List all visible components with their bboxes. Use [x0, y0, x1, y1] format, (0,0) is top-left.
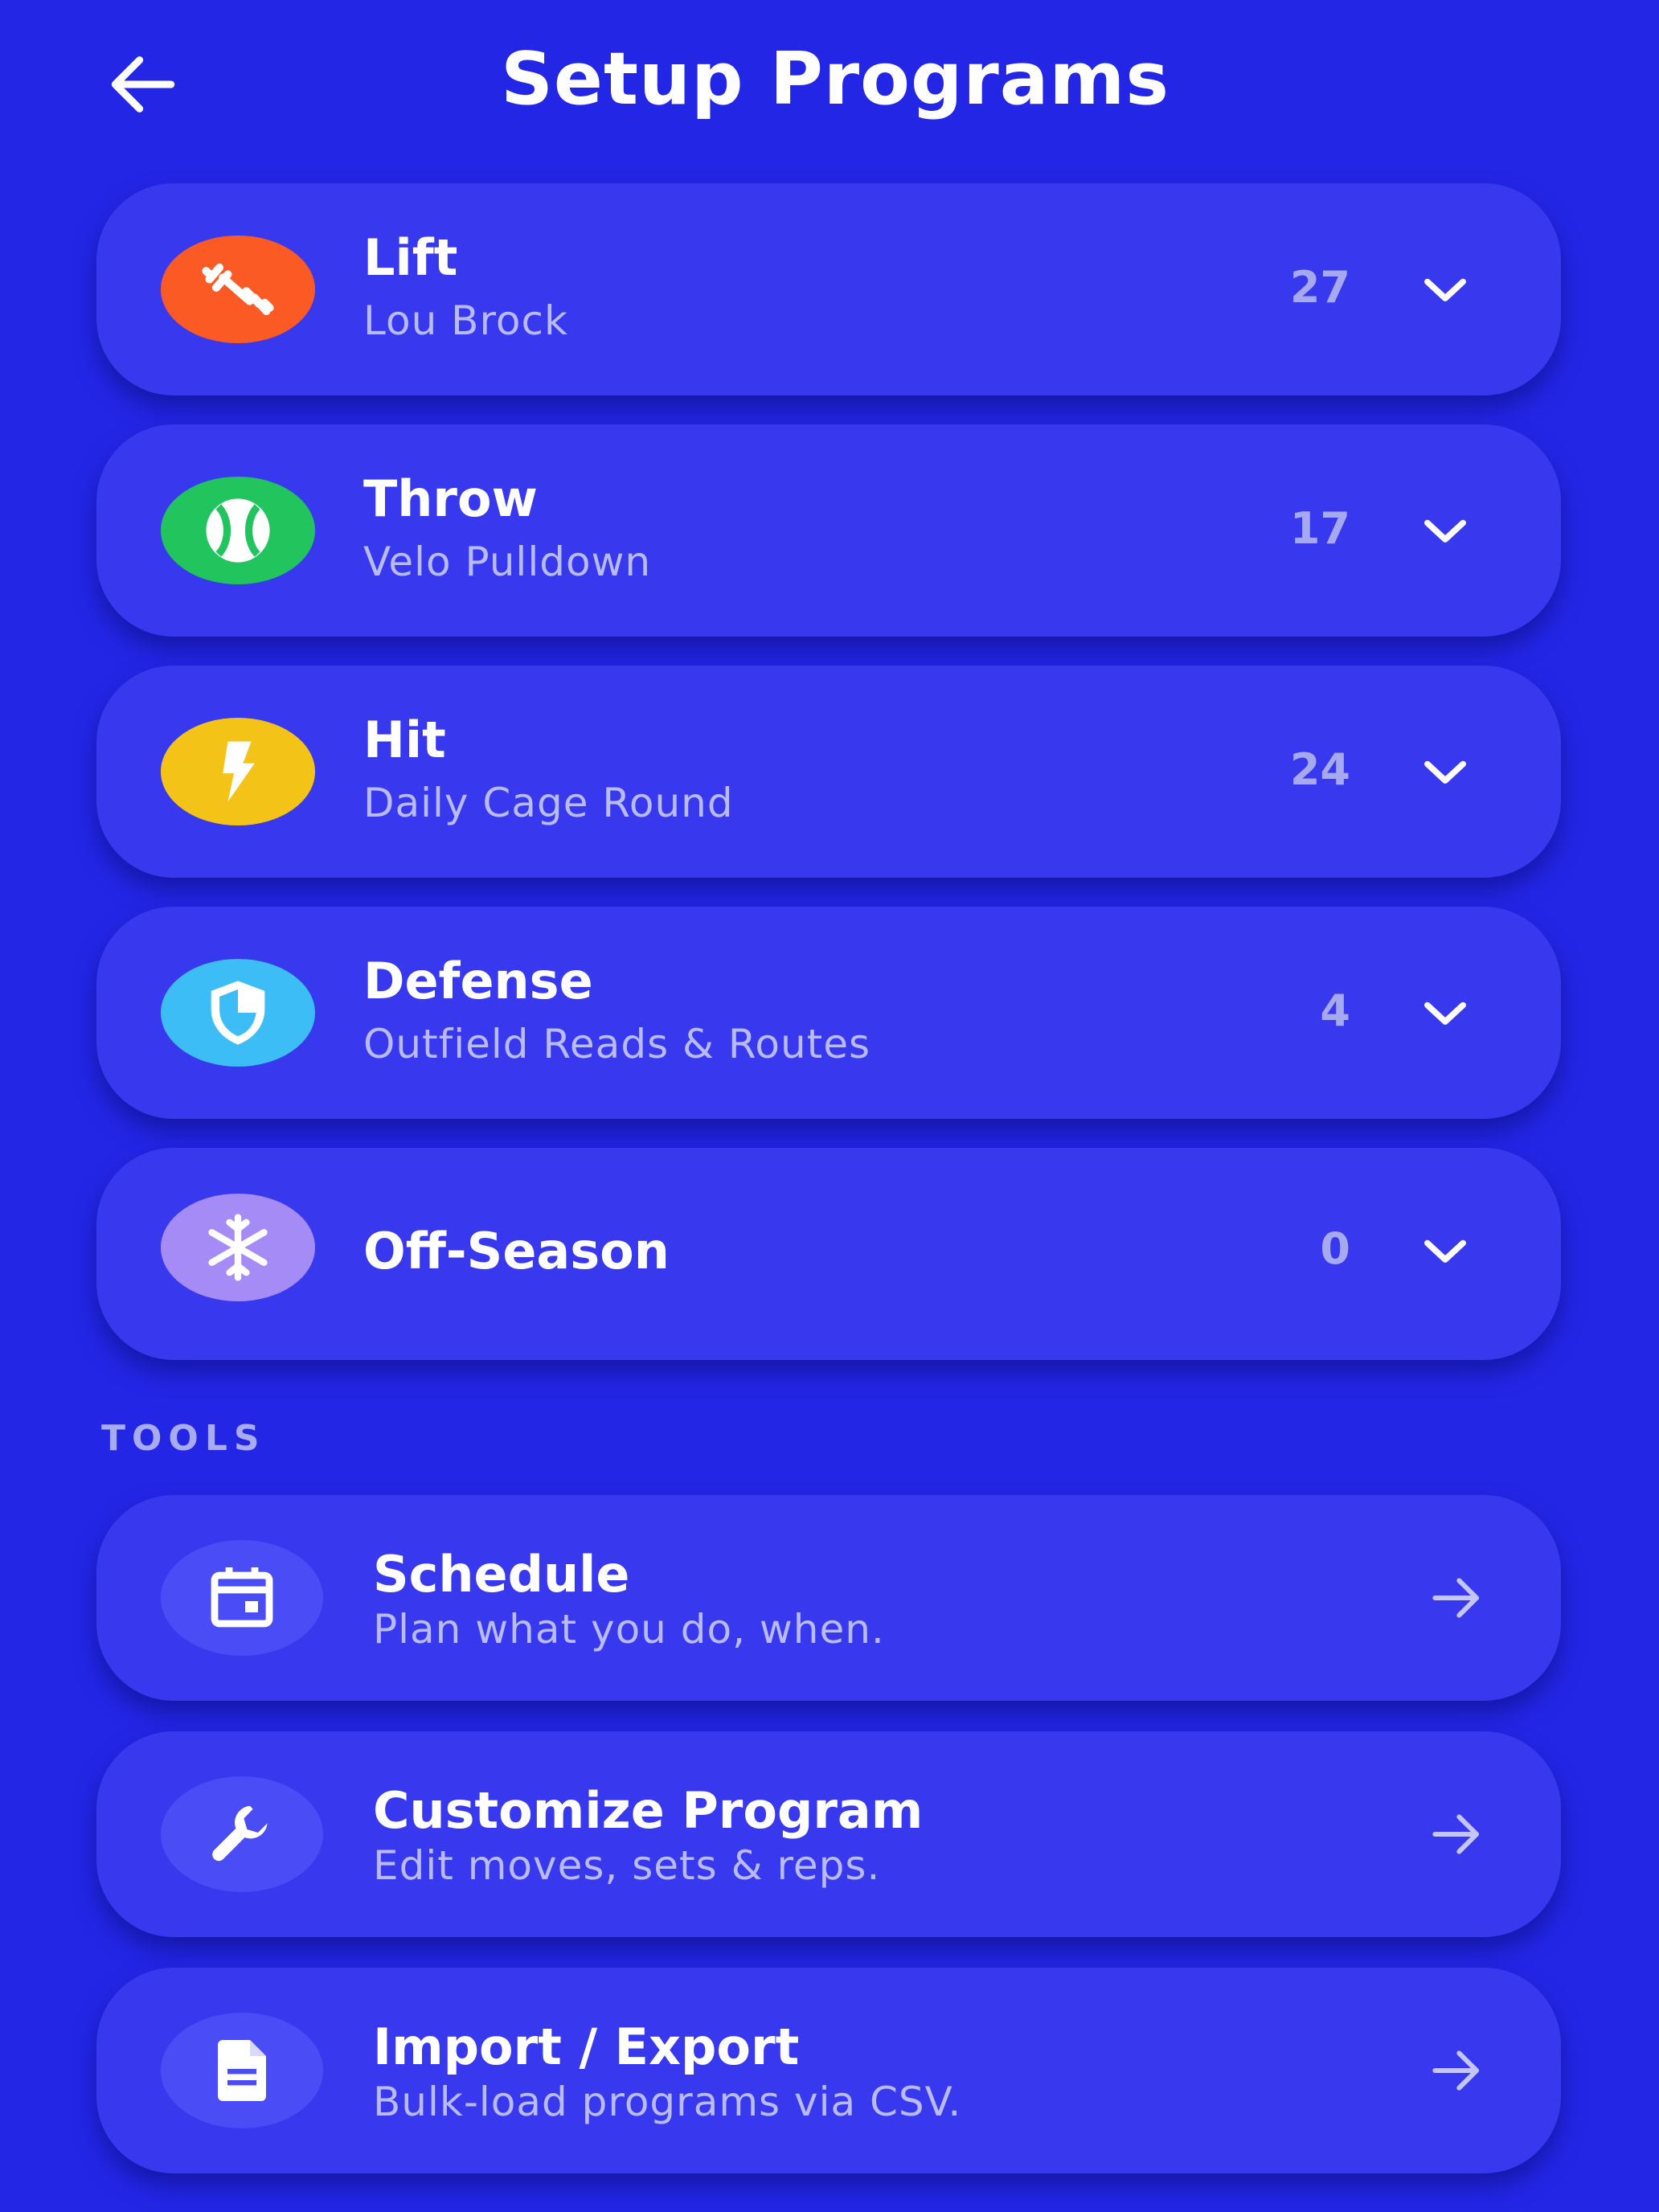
program-card-defense[interactable]: Defense Outfield Reads & Routes 4 [96, 907, 1561, 1119]
program-icon-off-season [161, 1194, 315, 1301]
program-title: Lift [363, 228, 458, 287]
tool-title: Customize Program [373, 1781, 924, 1840]
tool-card-import-export[interactable]: Import / Export Bulk-load programs via C… [96, 1968, 1561, 2173]
program-count: 0 [1320, 1223, 1350, 1274]
program-card-throw[interactable]: Throw Velo Pulldown 17 [96, 424, 1561, 637]
tool-subtitle: Plan what you do, when. [373, 1606, 885, 1653]
tool-icon-import-export [161, 2013, 323, 2128]
tool-title: Import / Export [373, 2017, 800, 2076]
page-title: Setup Programs [501, 37, 1169, 121]
program-count: 27 [1289, 262, 1350, 313]
shield-icon [211, 981, 265, 1045]
chevron-down-icon[interactable] [1415, 982, 1476, 1043]
program-count: 4 [1320, 985, 1350, 1036]
program-icon-hit [161, 718, 315, 825]
arrow-right-icon [1432, 2050, 1479, 2091]
program-subtitle: Outfield Reads & Routes [363, 1021, 871, 1067]
program-count: 17 [1289, 503, 1350, 554]
program-card-lift[interactable]: Lift Lou Brock 27 [96, 183, 1561, 395]
arrow-right-icon [1432, 1578, 1479, 1618]
barbell-icon [202, 263, 274, 316]
program-title: Hit [363, 711, 446, 769]
program-title: Off-Season [363, 1222, 670, 1280]
snowflake-icon [208, 1214, 268, 1281]
program-subtitle: Daily Cage Round [363, 780, 734, 826]
program-title: Defense [363, 952, 593, 1010]
tool-subtitle: Bulk-load programs via CSV. [373, 2079, 962, 2125]
tool-card-customize-program[interactable]: Customize Program Edit moves, sets & rep… [96, 1731, 1561, 1937]
program-icon-throw [161, 477, 315, 584]
chevron-down-icon[interactable] [1415, 259, 1476, 320]
program-subtitle: Lou Brock [363, 297, 568, 344]
tool-title: Schedule [373, 1545, 630, 1604]
arrow-right-icon [1432, 1814, 1479, 1854]
document-icon [218, 2040, 266, 2101]
program-icon-defense [161, 959, 315, 1067]
tool-icon-customize [161, 1776, 323, 1892]
tool-subtitle: Edit moves, sets & reps. [373, 1842, 881, 1889]
lightning-icon [223, 741, 255, 802]
chevron-down-icon[interactable] [1415, 1220, 1476, 1281]
wrench-icon [212, 1805, 268, 1862]
baseball-icon [206, 498, 270, 563]
program-count: 24 [1289, 744, 1350, 795]
chevron-down-icon[interactable] [1415, 500, 1476, 561]
tool-icon-schedule [161, 1540, 323, 1656]
program-card-hit[interactable]: Hit Daily Cage Round 24 [96, 666, 1561, 878]
program-title: Throw [363, 469, 538, 528]
program-card-off-season[interactable]: Off-Season 0 [96, 1148, 1561, 1360]
tool-card-schedule[interactable]: Schedule Plan what you do, when. [96, 1495, 1561, 1701]
calendar-icon [211, 1567, 273, 1628]
section-label-tools: TOOLS [101, 1418, 266, 1459]
chevron-down-icon[interactable] [1415, 741, 1476, 802]
header: Setup Programs [0, 0, 1659, 169]
program-icon-lift [161, 236, 315, 343]
program-subtitle: Velo Pulldown [363, 539, 652, 585]
